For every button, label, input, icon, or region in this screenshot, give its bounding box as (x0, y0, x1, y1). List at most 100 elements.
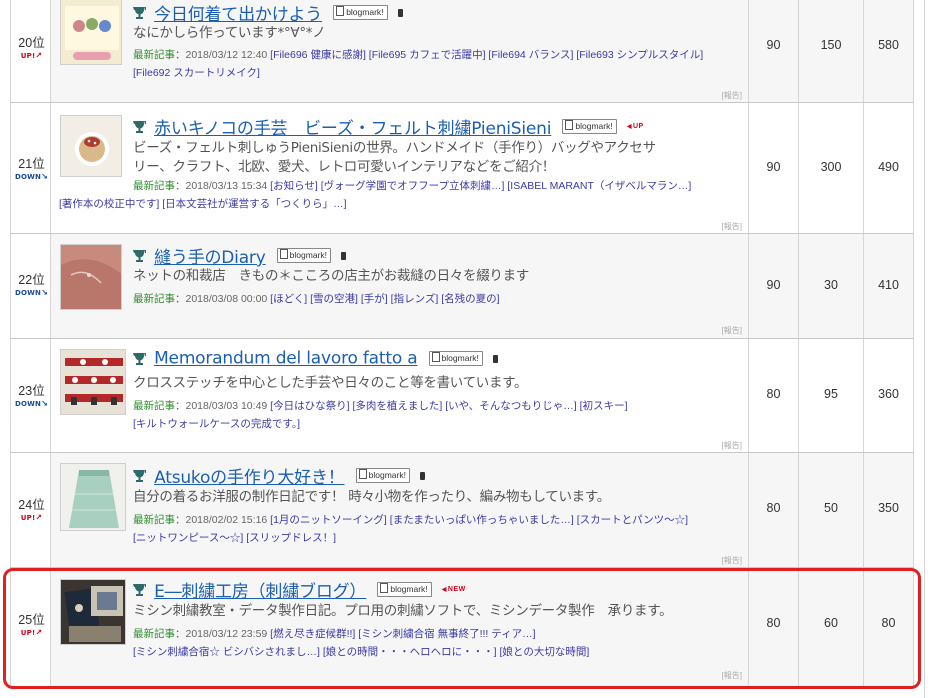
blog-description: ネットの和裁店 きもの＊こころの店主がお裁縫の日々を綴ります (133, 268, 529, 284)
report-link[interactable]: [報告] (722, 440, 742, 451)
entry-link[interactable]: [娘との大切な時間] (500, 646, 590, 658)
entry-link[interactable]: [名残の夏の] (441, 293, 499, 305)
blogmark-button[interactable]: blogmark! (355, 468, 410, 483)
latest-entries: 最新記事：2018/03/12 23:59 [燃え尽き症候群!!] [ミシン刺繍… (133, 628, 536, 640)
stat-total: 490 (864, 103, 914, 233)
entry-link[interactable]: [キルトウォールケースの完成です。] (133, 418, 300, 430)
latest-entries: 最新記事：2018/02/02 15:16 [1月のニットソーイング] [またま… (133, 514, 689, 526)
blog-entry-cell: Memorandum del lavoro fatto a blogmark! … (51, 339, 749, 452)
blog-thumbnail[interactable] (60, 463, 126, 531)
stat-out: 300 (799, 103, 864, 233)
entry-link[interactable]: [お知らせ] (270, 180, 318, 192)
blog-thumbnail[interactable] (60, 349, 126, 415)
entry-link[interactable]: [ミシン刺繍合宿 無事終了!!! ティア…] (358, 628, 535, 640)
stat-total: 580 (864, 0, 914, 102)
blogmark-button[interactable]: blogmark! (377, 582, 432, 597)
rank-number: 21位 (18, 157, 45, 171)
ranking-row: 25位 UP!↗ E―刺繍工房（刺繍ブログ） blogmark! NEW ミシン… (0, 568, 931, 686)
report-link[interactable]: [報告] (722, 555, 742, 566)
blog-title-link[interactable]: Atsukoの手作り大好き！ (154, 468, 345, 488)
stat-total: 360 (864, 339, 914, 452)
blogmark-icon (279, 249, 288, 259)
rank-number: 25位 (18, 613, 45, 627)
report-link[interactable]: [報告] (722, 325, 742, 336)
latest-entries-line2: [ニットワンピース〜☆] [スリップドレス！] (133, 530, 773, 547)
blog-thumbnail[interactable] (60, 115, 122, 177)
blog-title-link[interactable]: E―刺繍工房（刺繍ブログ） (154, 582, 366, 602)
entry-link[interactable]: [いや、そんなつもりじゃ…] (445, 400, 577, 412)
blog-description: ミシン刺繍教室・データ製作日記。プロ用の刺繍ソフトで、ミシンデータ製作 承ります… (133, 603, 673, 619)
trophy-icon (133, 120, 146, 133)
report-link[interactable]: [報告] (722, 90, 742, 101)
trend-down-badge: DOWN↘ (14, 399, 49, 409)
ranking-row: 20位 UP!↗ 今日何着て出かけよう blogmark! なにかしら作っていま… (0, 0, 931, 102)
entry-link[interactable]: [手が] (361, 293, 388, 305)
entry-link[interactable]: [多肉を植えました] (352, 400, 442, 412)
mobile-icon (341, 251, 347, 260)
trend-down-badge: DOWN↘ (14, 172, 49, 182)
rank-cell: 22位 DOWN↘ (10, 234, 51, 338)
blog-entry-cell: 縫う手のDiary blogmark! ネットの和裁店 きもの＊こころの店主がお… (51, 234, 749, 338)
blog-description: 自分の着るお洋服の制作日記です！ 時々小物を作ったり、編み物もしています。 (133, 489, 610, 505)
blogmark-button[interactable]: blogmark! (428, 351, 483, 366)
blogmark-icon (565, 120, 574, 130)
entry-link[interactable]: [ほどく] (270, 293, 307, 305)
trophy-icon (133, 469, 146, 482)
blog-thumbnail[interactable] (60, 579, 126, 645)
entry-link[interactable]: [著作本の校正中です] (59, 198, 159, 210)
report-link[interactable]: [報告] (722, 221, 742, 232)
blog-entry-cell: Atsukoの手作り大好き！ blogmark! 自分の着るお洋服の制作日記です… (51, 453, 749, 567)
trend-up-badge: UP!↗ (20, 513, 43, 523)
new-badge: NEW (442, 586, 466, 593)
entry-link[interactable]: [ミシン刺繍合宿☆ ビシバシされまし…] (133, 646, 320, 658)
trophy-icon (133, 352, 146, 365)
entry-link[interactable]: [1月のニットソーイング] (270, 514, 387, 526)
stat-total: 350 (864, 453, 914, 567)
stat-out: 150 (799, 0, 864, 102)
trend-down-badge: DOWN↘ (14, 288, 49, 298)
blog-description: ビーズ・フェルト刺しゅうPieniSieniの世界。ハンドメイド（手作り）バッグ… (133, 140, 656, 175)
entry-link[interactable]: [日本文芸社が運営する「つくりら」…] (162, 198, 346, 210)
entry-link[interactable]: [File695 カフェで活躍中] (369, 49, 486, 61)
entry-link[interactable]: [File694 バランス] (488, 49, 573, 61)
entry-link[interactable]: [今日はひな祭り] (270, 400, 349, 412)
rank-cell: 25位 UP!↗ (10, 568, 51, 686)
entry-link[interactable]: [ISABEL MARANT（イザベルマラン…] (507, 180, 691, 192)
ranking-row: 21位 DOWN↘ 赤いキノコの手芸 ビーズ・フェルト刺繍PieniSieni … (0, 103, 931, 233)
rank-number: 23位 (18, 384, 45, 398)
trophy-icon (133, 249, 146, 262)
blogmark-button[interactable]: blogmark! (333, 5, 388, 20)
entry-link[interactable]: [File693 シンプルスタイル] (576, 49, 703, 61)
blog-title-link[interactable]: Memorandum del lavoro fatto a (154, 349, 418, 369)
stat-in: 90 (749, 0, 799, 102)
blog-title-link[interactable]: 今日何着て出かけよう (154, 5, 322, 25)
blog-title-link[interactable]: 赤いキノコの手芸 ビーズ・フェルト刺繍PieniSieni (154, 119, 551, 139)
latest-entries: 最新記事：2018/03/13 15:34 [お知らせ] [ヴォーグ学園でオフフ… (133, 180, 692, 192)
entry-link[interactable]: [またまたいっぱい作っちゃいました…] (390, 514, 574, 526)
blog-title-link[interactable]: 縫う手のDiary (154, 248, 266, 268)
entry-link[interactable]: [スカートとパンツ〜☆] (577, 514, 688, 526)
blogmark-button[interactable]: blogmark! (276, 248, 331, 263)
entry-link[interactable]: [娘との時間・・・ヘロヘロに・・・] (323, 646, 497, 658)
entry-link[interactable]: [スリップドレス！] (246, 532, 336, 544)
stat-out: 60 (799, 568, 864, 686)
mobile-icon (397, 8, 403, 17)
stat-in: 80 (749, 339, 799, 452)
blog-thumbnail[interactable] (60, 0, 122, 65)
entry-link[interactable]: [指レンズ] (391, 293, 439, 305)
entry-link[interactable]: [初スキー] (580, 400, 628, 412)
report-link[interactable]: [報告] (722, 670, 742, 681)
entry-link[interactable]: [ヴォーグ学園でオフフープ立体刺繍…] (321, 180, 505, 192)
entry-link[interactable]: [File696 健康に感謝] (270, 49, 366, 61)
entry-link[interactable]: [File692 スカートリメイク] (133, 67, 260, 79)
rank-number: 20位 (18, 36, 45, 50)
updated-badge: UP (627, 123, 644, 130)
blogmark-button[interactable]: blogmark! (562, 119, 617, 134)
latest-entries: 最新記事：2018/03/08 00:00 [ほどく] [雪の空港] [手が] … (133, 293, 500, 305)
entry-link[interactable]: [雪の空港] (310, 293, 358, 305)
stat-in: 90 (749, 234, 799, 338)
blog-thumbnail[interactable] (60, 244, 122, 310)
entry-link[interactable]: [燃え尽き症候群!!] (270, 628, 355, 640)
entry-link[interactable]: [ニットワンピース〜☆] (133, 532, 243, 544)
rank-number: 24位 (18, 498, 45, 512)
